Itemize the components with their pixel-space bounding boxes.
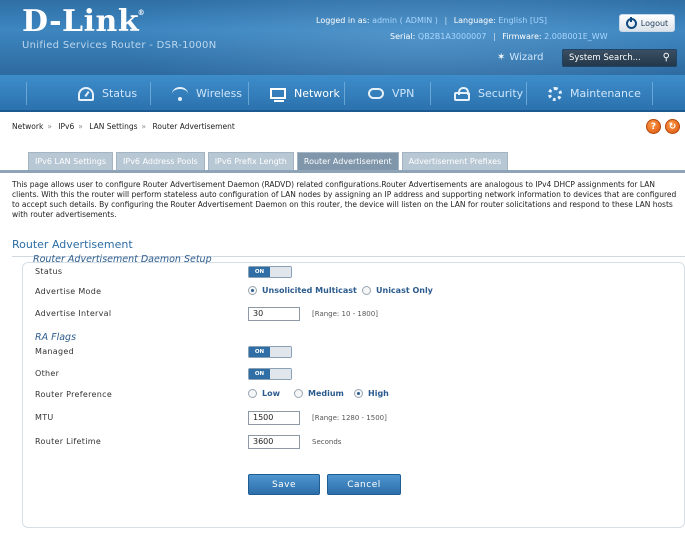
nav-vpn[interactable]: VPN bbox=[368, 75, 414, 112]
help-icon[interactable]: ? bbox=[646, 119, 661, 134]
nav-maintenance[interactable]: Maintenance bbox=[548, 75, 641, 112]
ra-settings-panel: Router Advertisement Daemon Setup Status… bbox=[22, 254, 685, 528]
login-info: Logged in as: admin ( ADMIN ) | Language… bbox=[316, 16, 548, 25]
system-search-input[interactable]: System Search... ⚲ bbox=[562, 49, 677, 67]
tab-ipv6-lan-settings[interactable]: IPv6 LAN Settings bbox=[28, 152, 114, 170]
router-lifetime-label: Router Lifetime bbox=[35, 437, 102, 446]
product-name: Unified Services Router - DSR-1000N bbox=[22, 40, 217, 51]
content-area: Network» IPv6» LAN Settings» Router Adve… bbox=[0, 112, 685, 535]
tab-advertisement-prefixes[interactable]: Advertisement Prefixes bbox=[401, 152, 509, 170]
advertise-interval-input[interactable]: 30 bbox=[248, 307, 300, 321]
interval-range-hint: [Range: 10 - 1800] bbox=[312, 310, 378, 318]
ra-flags-heading: RA Flags bbox=[35, 332, 77, 343]
save-button[interactable]: Save bbox=[248, 474, 320, 495]
refresh-icon[interactable]: ↻ bbox=[665, 119, 680, 134]
lock-icon bbox=[454, 87, 470, 101]
breadcrumb-ipv6[interactable]: IPv6 bbox=[58, 122, 74, 131]
tab-router-advertisement[interactable]: Router Advertisement bbox=[296, 152, 399, 170]
cancel-button[interactable]: Cancel bbox=[327, 474, 401, 495]
daemon-setup-heading: Router Advertisement Daemon Setup bbox=[33, 254, 212, 265]
nav-security[interactable]: Security bbox=[454, 75, 523, 112]
main-nav: Status Wireless Network VPN Security Mai… bbox=[0, 75, 685, 112]
logout-button[interactable]: Logout bbox=[619, 14, 675, 32]
wizard-link[interactable]: ✶ Wizard bbox=[497, 52, 544, 63]
gear-icon bbox=[548, 86, 562, 101]
preference-low-radio[interactable]: Low bbox=[248, 389, 280, 398]
breadcrumb: Network» IPv6» LAN Settings» Router Adve… bbox=[12, 122, 235, 131]
mtu-range-hint: [Range: 1280 - 1500] bbox=[312, 414, 387, 422]
mode-unsolicited-multicast-radio[interactable]: Unsolicited Multicast bbox=[248, 286, 357, 295]
cloud-lock-icon bbox=[368, 88, 384, 99]
nav-divider bbox=[26, 82, 27, 105]
nav-wireless[interactable]: Wireless bbox=[172, 75, 242, 112]
tab-ipv6-prefix-length[interactable]: IPv6 Prefix Length bbox=[207, 152, 294, 170]
preference-medium-radio[interactable]: Medium bbox=[294, 389, 344, 398]
search-icon[interactable]: ⚲ bbox=[663, 52, 670, 63]
router-lifetime-input[interactable]: 3600 bbox=[248, 435, 300, 449]
serial-number: QB2B1A3000007 bbox=[417, 32, 487, 41]
advertise-interval-label: Advertise Interval bbox=[35, 309, 112, 318]
wand-icon: ✶ bbox=[497, 52, 506, 63]
preference-high-radio[interactable]: High bbox=[354, 389, 389, 398]
device-info: Serial: QB2B1A3000007 | Firmware: 2.00B0… bbox=[390, 32, 608, 41]
status-toggle[interactable]: ON bbox=[248, 266, 292, 278]
breadcrumb-network[interactable]: Network bbox=[12, 122, 43, 131]
power-icon bbox=[625, 16, 637, 29]
firmware-version: 2.00B001E_WW bbox=[544, 32, 608, 41]
page-title: Router Advertisement bbox=[12, 238, 133, 251]
breadcrumb-router-advertisement: Router Advertisement bbox=[152, 122, 235, 131]
gauge-icon bbox=[78, 86, 94, 101]
lifetime-unit: Seconds bbox=[312, 438, 342, 446]
tab-underline bbox=[0, 170, 685, 173]
language-select[interactable]: English [US] bbox=[498, 16, 547, 25]
managed-label: Managed bbox=[35, 347, 74, 356]
nav-divider bbox=[526, 82, 527, 105]
nav-divider bbox=[344, 82, 345, 105]
advertise-mode-label: Advertise Mode bbox=[35, 287, 102, 296]
nav-status[interactable]: Status bbox=[78, 75, 137, 112]
mode-unicast-only-radio[interactable]: Unicast Only bbox=[362, 286, 433, 295]
nav-divider bbox=[430, 82, 431, 105]
monitor-icon bbox=[270, 88, 286, 102]
managed-toggle[interactable]: ON bbox=[248, 346, 292, 358]
header: D-Link ® Unified Services Router - DSR-10… bbox=[0, 0, 685, 75]
status-label: Status bbox=[35, 267, 63, 276]
other-toggle[interactable]: ON bbox=[248, 368, 292, 380]
dlink-logo: D-Link ® bbox=[22, 4, 146, 39]
tab-ipv6-address-pools[interactable]: IPv6 Address Pools bbox=[116, 152, 205, 170]
help-icons: ? ↻ bbox=[646, 119, 680, 134]
router-preference-label: Router Preference bbox=[35, 390, 113, 399]
other-label: Other bbox=[35, 369, 60, 378]
page-description: This page allows user to configure Route… bbox=[12, 180, 677, 219]
nav-divider bbox=[652, 82, 653, 105]
logged-in-user: admin ( ADMIN ) bbox=[372, 16, 438, 25]
mtu-label: MTU bbox=[35, 413, 54, 422]
nav-network[interactable]: Network bbox=[270, 75, 340, 112]
wifi-icon bbox=[172, 86, 188, 101]
tab-bar: IPv6 LAN Settings IPv6 Address Pools IPv… bbox=[28, 152, 509, 170]
nav-divider bbox=[150, 82, 151, 105]
mtu-input[interactable]: 1500 bbox=[248, 411, 300, 425]
nav-divider bbox=[248, 82, 249, 105]
breadcrumb-lan-settings[interactable]: LAN Settings bbox=[89, 122, 137, 131]
